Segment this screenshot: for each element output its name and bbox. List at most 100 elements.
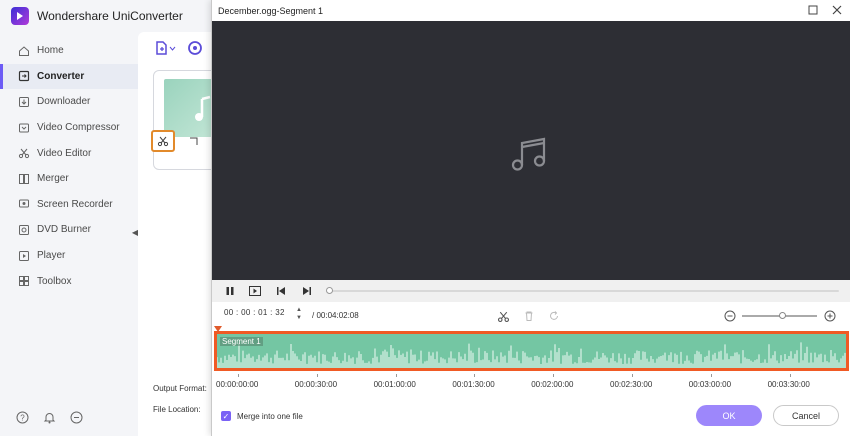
play-button[interactable]	[249, 285, 261, 297]
feedback-icon[interactable]	[70, 411, 83, 424]
current-time-input[interactable]: 00 : 00 : 01 : 32	[224, 308, 285, 317]
waveform	[217, 342, 846, 368]
sidebar-item-video-editor[interactable]: Video Editor	[0, 140, 138, 166]
sidebar-item-converter[interactable]: Converter	[0, 63, 138, 90]
refresh-icon	[550, 311, 558, 320]
merge-option[interactable]: ✓ Merge into one file	[221, 411, 303, 421]
timeline-tick-mark	[474, 374, 476, 377]
playhead-marker[interactable]	[214, 326, 222, 332]
converter-icon	[18, 70, 30, 82]
zoom-out-icon	[724, 310, 736, 322]
sidebar-item-label: Screen Recorder	[37, 198, 113, 210]
scissors-icon	[497, 311, 509, 322]
sidebar-bottom-icons: ?	[16, 411, 83, 424]
previous-frame-button[interactable]	[275, 285, 287, 297]
timeline-tick-label: 00:00:30:00	[294, 380, 338, 389]
cancel-button[interactable]: Cancel	[773, 405, 839, 426]
timeline-tick-label: 00:03:00:00	[688, 380, 732, 389]
home-icon	[18, 45, 30, 57]
timeline-tick-mark	[710, 374, 712, 377]
trash-icon	[525, 311, 533, 321]
zoom-in-icon	[824, 310, 836, 322]
sidebar-item-label: DVD Burner	[37, 224, 91, 236]
zoom-out-button[interactable]	[723, 309, 737, 323]
sidebar-item-label: Toolbox	[37, 275, 72, 287]
sidebar-item-label: Merger	[37, 173, 69, 185]
sidebar-item-downloader[interactable]: Downloader	[0, 89, 138, 115]
toolbox-icon	[18, 275, 30, 287]
timeline-tick-label: 00:02:30:00	[610, 380, 653, 389]
ok-button[interactable]: OK	[696, 405, 762, 426]
timeline-tick-label: 00:01:00:00	[373, 380, 416, 389]
reset-button[interactable]	[547, 309, 561, 323]
play-icon	[249, 286, 261, 296]
sidebar-item-label: Video Editor	[37, 147, 92, 159]
zoom-in-button[interactable]	[823, 309, 837, 323]
sidebar: Home Converter Downloader Video Compress…	[0, 38, 138, 294]
timeline-tick-label: 00:00:00:00	[216, 380, 259, 389]
timeline-tick-mark	[316, 374, 318, 377]
app-logo	[11, 7, 29, 25]
next-frame-button[interactable]	[301, 285, 313, 297]
maximize-icon	[808, 5, 818, 15]
delete-segment-button[interactable]	[522, 309, 536, 323]
total-duration: / 00:04:02:08	[312, 311, 359, 320]
bell-icon[interactable]	[43, 411, 56, 424]
sidebar-item-screen-recorder[interactable]: Screen Recorder	[0, 192, 138, 218]
add-dvd-icon	[188, 41, 202, 55]
sidebar-item-home[interactable]: Home	[0, 38, 138, 64]
timeline-ticks: 00:00:00:00 00:00:30:00 00:01:00:00 00:01:3…	[212, 374, 850, 390]
zoom-slider-knob[interactable]	[779, 312, 786, 319]
merge-checkbox[interactable]: ✓	[221, 411, 231, 421]
dialog-title: December.ogg-Segment 1	[218, 5, 324, 16]
sidebar-item-player[interactable]: Player	[0, 243, 138, 269]
svg-text:?: ?	[20, 414, 25, 423]
player-icon	[18, 250, 30, 262]
close-button[interactable]	[831, 4, 843, 16]
disc-icon	[18, 224, 30, 236]
add-file-button[interactable]	[155, 41, 177, 58]
pause-button[interactable]	[224, 285, 236, 297]
add-dvd-button[interactable]	[187, 40, 203, 59]
skip-forward-icon	[303, 287, 311, 295]
trim-button[interactable]	[151, 130, 175, 152]
dialog-titlebar: December.ogg-Segment 1	[212, 0, 850, 21]
dialog-window-buttons	[807, 4, 843, 16]
playback-progress-knob[interactable]	[326, 287, 333, 294]
sidebar-item-merger[interactable]: Merger	[0, 166, 138, 192]
segment-label: Segment 1	[220, 337, 263, 346]
timeline: Segment 1 00:00:00:00 00:00:30:00 00:01:00…	[212, 326, 850, 390]
crop-icon[interactable]	[188, 135, 200, 147]
sidebar-item-label: Downloader	[37, 96, 91, 108]
skip-back-icon	[277, 287, 285, 295]
pause-icon	[226, 287, 234, 295]
timeline-tick-label: 00:01:30:00	[452, 380, 495, 389]
merger-icon	[18, 173, 30, 185]
maximize-button[interactable]	[807, 4, 819, 16]
timeline-tick-mark	[789, 374, 791, 377]
time-stepper[interactable]: ▲ ▼	[296, 306, 302, 322]
playback-progress-track[interactable]	[329, 290, 839, 292]
time-row: 00 : 00 : 01 : 32 ▲ ▼ / 00:04:02:08	[212, 302, 850, 330]
sidebar-item-label: Video Compressor	[37, 122, 120, 134]
close-icon	[832, 5, 842, 15]
cut-segment-button[interactable]	[496, 309, 510, 323]
sidebar-item-label: Converter	[37, 70, 85, 82]
app-title: Wondershare UniConverter	[37, 9, 183, 23]
scissors-icon	[18, 147, 30, 159]
segment-waveform[interactable]: Segment 1	[214, 331, 849, 371]
sidebar-item-video-compressor[interactable]: Video Compressor	[0, 115, 138, 141]
sidebar-item-label: Home	[37, 45, 64, 57]
sidebar-item-toolbox[interactable]: Toolbox	[0, 268, 138, 294]
trim-dialog: December.ogg-Segment 1 00 : 00 : 01 : 32…	[211, 0, 850, 436]
toolbar-add	[155, 40, 203, 59]
merge-label: Merge into one file	[237, 411, 303, 421]
output-format-label: Output Format:	[153, 384, 207, 393]
help-icon[interactable]: ?	[16, 411, 29, 424]
timeline-tick-mark	[238, 374, 239, 377]
music-note-icon	[511, 137, 546, 171]
sidebar-item-dvd-burner[interactable]: DVD Burner	[0, 217, 138, 243]
timeline-tick-mark	[395, 374, 397, 377]
scissors-icon	[157, 136, 169, 147]
file-location-label: File Location:	[153, 405, 201, 414]
